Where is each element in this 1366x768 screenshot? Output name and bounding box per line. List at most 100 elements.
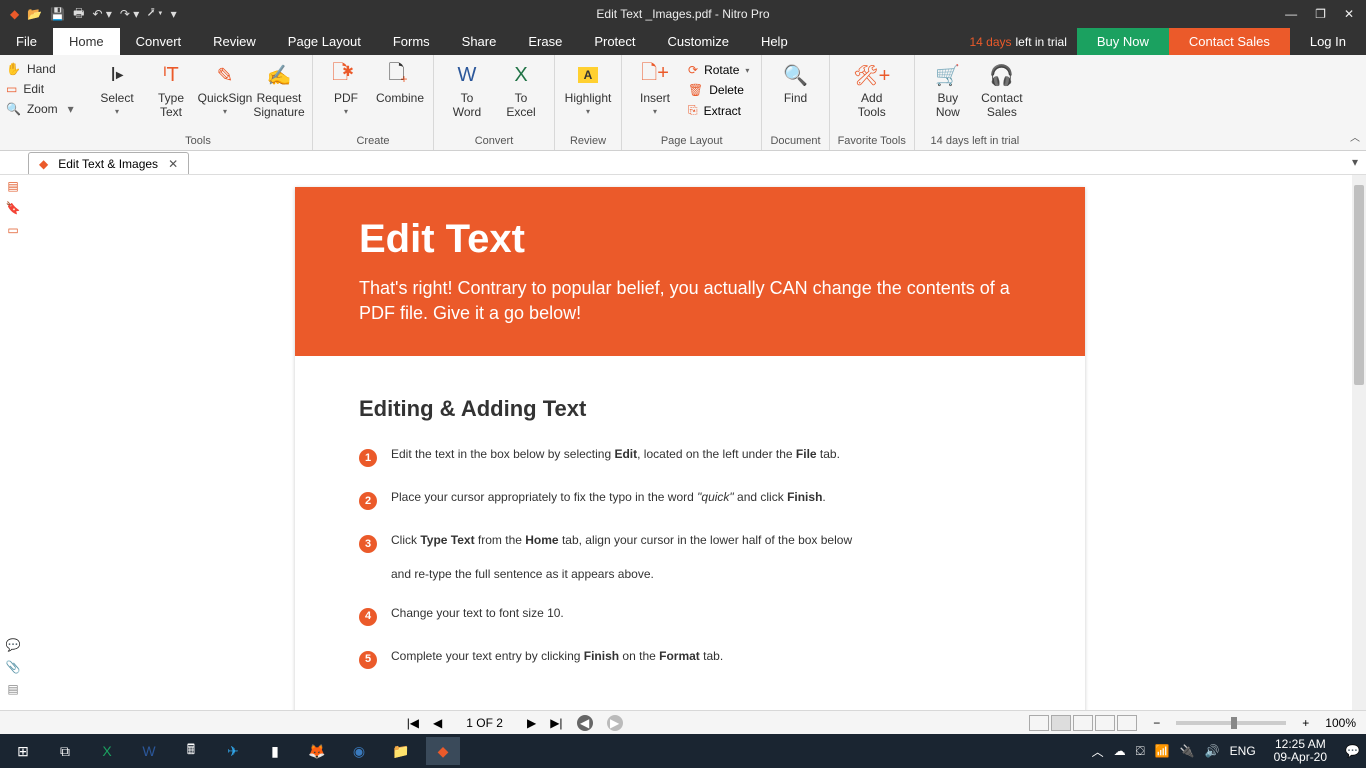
tab-home[interactable]: Home bbox=[53, 28, 120, 55]
qat-dropdown-icon[interactable]: ▾ bbox=[171, 7, 177, 21]
nitro-taskbar-icon[interactable]: ◆ bbox=[426, 737, 460, 765]
firefox-taskbar-icon[interactable]: 🦊 bbox=[300, 737, 334, 765]
volume-icon[interactable]: 🔊 bbox=[1205, 744, 1220, 758]
tray-overflow-icon[interactable]: ︿ bbox=[1092, 743, 1104, 760]
add-tools-button[interactable]: 🛠+Add Tools bbox=[847, 59, 897, 121]
close-tab-button[interactable]: ✕ bbox=[168, 157, 178, 171]
step-number: 1 bbox=[359, 449, 377, 467]
rotate-button[interactable]: ⟳Rotate▾ bbox=[684, 61, 753, 79]
left-nav-rail-bottom: 💬 📎 ▤ bbox=[0, 634, 26, 700]
cursor-icon[interactable]: ⭷ ▾ bbox=[147, 4, 162, 25]
request-signature-button[interactable]: ✍Request Signature bbox=[254, 59, 304, 121]
close-button[interactable]: ✕ bbox=[1344, 7, 1354, 21]
tab-protect[interactable]: Protect bbox=[578, 28, 651, 55]
pdf-button[interactable]: 🗋✱PDF▾ bbox=[321, 59, 371, 118]
undo-icon[interactable]: ↶ ▾ bbox=[92, 7, 111, 21]
find-button[interactable]: 🔍Find bbox=[771, 59, 821, 107]
to-word-button[interactable]: WTo Word bbox=[442, 59, 492, 121]
wifi-icon[interactable]: 📶 bbox=[1155, 744, 1170, 758]
document-tab[interactable]: ◆ Edit Text & Images ✕ bbox=[28, 152, 189, 174]
headset-icon: 🎧 bbox=[989, 61, 1014, 89]
calculator-taskbar-icon[interactable]: 🖩 bbox=[174, 737, 208, 765]
battery-icon[interactable]: 🔌 bbox=[1180, 744, 1195, 758]
save-icon[interactable]: 💾 bbox=[50, 7, 65, 21]
start-button[interactable]: ⊞ bbox=[6, 737, 40, 765]
login-button[interactable]: Log In bbox=[1290, 28, 1366, 55]
app-taskbar-icon[interactable]: ◉ bbox=[342, 737, 376, 765]
zoom-in-button[interactable]: + bbox=[1296, 716, 1315, 730]
combine-button[interactable]: 🗋+Combine bbox=[375, 59, 425, 107]
onedrive-icon[interactable]: ☁ bbox=[1114, 744, 1126, 758]
open-icon[interactable]: 📂 bbox=[27, 7, 42, 21]
output-panel-icon[interactable]: ▤ bbox=[4, 682, 22, 696]
type-text-button[interactable]: ᴵTType Text bbox=[146, 59, 196, 121]
buy-now-ribbon-button[interactable]: 🛒Buy Now bbox=[923, 59, 973, 121]
print-icon[interactable]: 🖶 bbox=[73, 4, 84, 25]
view-facing-button[interactable] bbox=[1073, 715, 1093, 731]
redo-icon[interactable]: ↷ ▾ bbox=[120, 7, 139, 21]
tab-erase[interactable]: Erase bbox=[512, 28, 578, 55]
excel-taskbar-icon[interactable]: X bbox=[90, 737, 124, 765]
tab-convert[interactable]: Convert bbox=[120, 28, 198, 55]
hand-tool[interactable]: ✋Hand bbox=[6, 59, 78, 79]
edit-tool[interactable]: ▭Edit bbox=[6, 79, 78, 99]
side-tools: ✋Hand ▭Edit 🔍Zoom▾ bbox=[0, 55, 84, 150]
vertical-scrollbar[interactable] bbox=[1352, 175, 1366, 730]
layers-panel-icon[interactable]: ▭ bbox=[4, 223, 22, 237]
clock[interactable]: 12:25 AM 09-Apr-20 bbox=[1274, 738, 1327, 764]
terminal-taskbar-icon[interactable]: ▮ bbox=[258, 737, 292, 765]
document-viewport[interactable]: Edit Text That's right! Contrary to popu… bbox=[28, 175, 1352, 730]
last-page-button[interactable]: ▶| bbox=[550, 716, 562, 730]
rotate-icon: ⟳ bbox=[688, 63, 698, 77]
prev-page-button[interactable]: ◀ bbox=[433, 716, 442, 730]
language-indicator[interactable]: ENG bbox=[1230, 744, 1256, 758]
word-taskbar-icon[interactable]: W bbox=[132, 737, 166, 765]
to-excel-button[interactable]: XTo Excel bbox=[496, 59, 546, 121]
notifications-icon[interactable]: 💬 bbox=[1345, 744, 1360, 758]
tab-share[interactable]: Share bbox=[446, 28, 513, 55]
tab-file[interactable]: File bbox=[0, 28, 53, 55]
telegram-taskbar-icon[interactable]: ✈ bbox=[216, 737, 250, 765]
collapse-ribbon-icon[interactable]: ︿ bbox=[1350, 129, 1360, 144]
pages-panel-icon[interactable]: ▤ bbox=[4, 179, 22, 193]
quicksign-button[interactable]: ✎QuickSign▾ bbox=[200, 59, 250, 118]
attachments-panel-icon[interactable]: 📎 bbox=[4, 660, 22, 674]
nav-back-button[interactable]: ◀ bbox=[577, 715, 593, 731]
insert-button[interactable]: 🗋+Insert▾ bbox=[630, 59, 680, 118]
minimize-button[interactable]: — bbox=[1285, 7, 1297, 21]
maximize-button[interactable]: ❐ bbox=[1315, 7, 1326, 21]
zoom-tool[interactable]: 🔍Zoom▾ bbox=[6, 99, 78, 119]
buy-now-button[interactable]: Buy Now bbox=[1077, 28, 1169, 55]
left-nav-rail: ▤ 🔖 ▭ bbox=[0, 175, 26, 241]
extract-button[interactable]: ⎘Extract bbox=[684, 101, 753, 120]
next-page-button[interactable]: ▶ bbox=[527, 716, 536, 730]
view-single-button[interactable] bbox=[1029, 715, 1049, 731]
first-page-button[interactable]: |◀ bbox=[407, 716, 419, 730]
tab-customize[interactable]: Customize bbox=[652, 28, 745, 55]
zoom-out-button[interactable]: − bbox=[1147, 716, 1166, 730]
zoom-slider[interactable] bbox=[1176, 721, 1286, 725]
scrollbar-thumb[interactable] bbox=[1354, 185, 1364, 385]
delete-button[interactable]: 🗑Delete bbox=[684, 81, 753, 99]
tab-overflow-icon[interactable]: ▾ bbox=[1352, 155, 1358, 169]
tools-icon: 🛠+ bbox=[853, 61, 890, 89]
zoom-slider-knob[interactable] bbox=[1231, 717, 1237, 729]
view-fullscreen-button[interactable] bbox=[1117, 715, 1137, 731]
dropbox-icon[interactable]: ⛋ bbox=[1136, 744, 1145, 759]
contact-sales-button[interactable]: Contact Sales bbox=[1169, 28, 1290, 55]
nav-forward-button[interactable]: ▶ bbox=[607, 715, 623, 731]
comments-panel-icon[interactable]: 💬 bbox=[4, 638, 22, 652]
tab-forms[interactable]: Forms bbox=[377, 28, 446, 55]
combine-icon: 🗋+ bbox=[388, 61, 411, 89]
bookmarks-panel-icon[interactable]: 🔖 bbox=[4, 201, 22, 215]
contact-sales-ribbon-button[interactable]: 🎧Contact Sales bbox=[977, 59, 1027, 121]
view-facing-continuous-button[interactable] bbox=[1095, 715, 1115, 731]
tab-help[interactable]: Help bbox=[745, 28, 804, 55]
highlight-button[interactable]: AHighlight▾ bbox=[563, 59, 613, 118]
explorer-taskbar-icon[interactable]: 📁 bbox=[384, 737, 418, 765]
view-continuous-button[interactable] bbox=[1051, 715, 1071, 731]
tab-page-layout[interactable]: Page Layout bbox=[272, 28, 377, 55]
task-view-button[interactable]: ⧉ bbox=[48, 737, 82, 765]
tab-review[interactable]: Review bbox=[197, 28, 272, 55]
select-button[interactable]: I▶Select▾ bbox=[92, 59, 142, 118]
